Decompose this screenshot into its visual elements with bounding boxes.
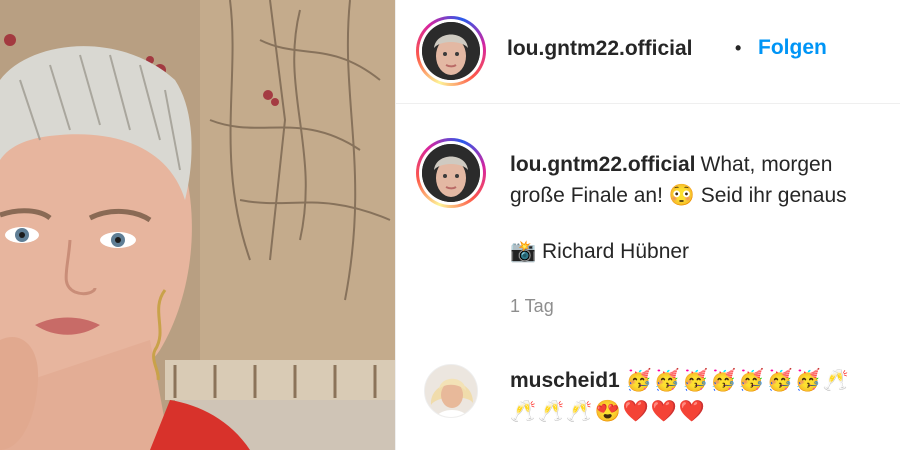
commenter-avatar-icon bbox=[425, 365, 477, 417]
follow-button[interactable]: Folgen bbox=[758, 36, 827, 60]
post-header: lou.gntm22.official • Folgen bbox=[396, 0, 900, 104]
commenter-avatar[interactable] bbox=[424, 364, 478, 418]
post-timestamp[interactable]: 1 Tag bbox=[510, 296, 554, 317]
post-photo[interactable] bbox=[0, 0, 395, 450]
caption-avatar-icon bbox=[422, 144, 480, 202]
post-details-panel: lou.gntm22.official • Folgen lou.gntm22.… bbox=[395, 0, 900, 450]
caption: lou.gntm22.official What, morgen große Fi… bbox=[510, 149, 900, 211]
profile-avatar-icon bbox=[422, 22, 480, 80]
caption-line-1: What, morgen bbox=[700, 153, 833, 176]
header-username[interactable]: lou.gntm22.official bbox=[507, 37, 693, 61]
header-separator: • bbox=[735, 38, 742, 58]
caption-line-2: große Finale an! 😳 Seid ihr genaus bbox=[510, 184, 847, 207]
caption-avatar[interactable] bbox=[416, 138, 486, 208]
comment-line-1: 🥳🥳🥳🥳🥳🥳🥳🥂 bbox=[625, 369, 851, 392]
comment-username[interactable]: muscheid1 bbox=[510, 369, 620, 392]
profile-avatar[interactable] bbox=[416, 16, 486, 86]
caption-username[interactable]: lou.gntm22.official bbox=[510, 153, 696, 176]
comment: muscheid1 🥳🥳🥳🥳🥳🥳🥳🥂 🥂🥂🥂😍❤️❤️❤️ bbox=[510, 365, 900, 427]
photo-credit: 📸 Richard Hübner bbox=[510, 240, 690, 263]
comment-line-2: 🥂🥂🥂😍❤️❤️❤️ bbox=[510, 400, 708, 423]
portrait-photo-icon bbox=[0, 0, 395, 450]
